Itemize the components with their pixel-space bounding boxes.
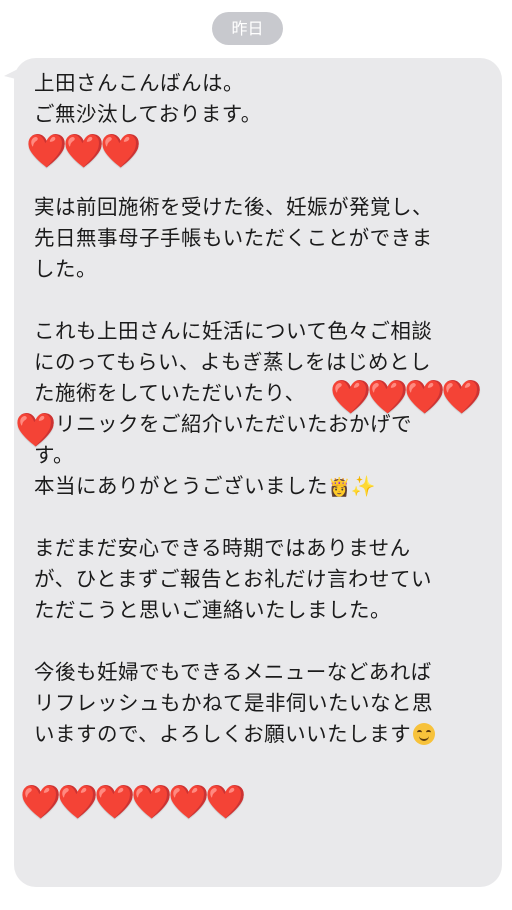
hearts-row-4: ❤️ ❤️ ❤️ ❤️ ❤️ ❤️ (20, 782, 247, 821)
message-line: まだまだ安心できる時期ではありません (34, 536, 411, 560)
hearts-row-2: ❤️ ❤️ ❤️ ❤️ (330, 377, 483, 416)
message-line: 実は前回施術を受けた後、妊娠が発覚し、 (34, 195, 433, 219)
message-line: す。 (34, 443, 74, 467)
hearts-row-1: ❤️ ❤️ ❤️ (26, 131, 142, 170)
message-line: した。 (34, 257, 97, 281)
heart-icon: ❤️ (404, 377, 446, 416)
heart-icon: ❤️ (63, 131, 105, 170)
heart-icon: ❤️ (57, 782, 99, 821)
message-line: にのってもらい、よもぎ蒸しをはじめとし (34, 350, 431, 374)
heart-icon: ❤️ (100, 131, 142, 170)
princess-icon: 👸 (328, 477, 351, 498)
hearts-row-3: ❤️ (15, 410, 57, 449)
message-line-text: 本当にありがとうございました (34, 474, 328, 498)
message-line: ご無沙汰しております。 (34, 102, 262, 126)
heart-icon: ❤️ (26, 131, 68, 170)
heart-icon: ❤️ (367, 377, 409, 416)
sparkles-icon: ✨ (350, 474, 377, 498)
message-line: 先日無事母子手帳もいただくことができま (34, 226, 433, 250)
message-line: 上田さんこんばんは。 (34, 71, 244, 95)
message-line: が、ひとまずご報告とお礼だけ言わせてい (34, 567, 432, 591)
smiling-face-icon (413, 723, 436, 745)
message-line: リフレッシュもかねて是非伺いたいなと思 (34, 691, 433, 715)
message-line: ただこうと思いご連絡いたしました。 (34, 598, 391, 622)
message-line (34, 285, 482, 316)
message-line: 本当にありがとうございました👸✨ (34, 471, 482, 502)
heart-icon: ❤️ (131, 782, 173, 821)
message-line: これも上田さんに妊活について色々ご相談 (34, 319, 433, 343)
message-line (34, 502, 482, 533)
heart-icon: ❤️ (20, 782, 62, 821)
message-line-text: いますので、よろしくお願いいたします (34, 722, 412, 746)
message-screen: 昨日 上田さんこんばんは。 ご無沙汰しております。 実は前回施術を受けた後、妊娠… (0, 0, 512, 910)
message-line (34, 626, 482, 657)
message-line: いますので、よろしくお願いいたします (34, 719, 482, 750)
heart-icon: ❤️ (330, 377, 372, 416)
heart-icon: ❤️ (94, 782, 136, 821)
heart-icon: ❤️ (441, 377, 483, 416)
heart-icon: ❤️ (205, 782, 247, 821)
heart-icon: ❤️ (168, 782, 210, 821)
heart-icon: ❤️ (15, 410, 57, 449)
date-separator: 昨日 (212, 12, 283, 45)
message-line: 今後も妊婦でもできるメニューなどあれば (34, 660, 432, 684)
